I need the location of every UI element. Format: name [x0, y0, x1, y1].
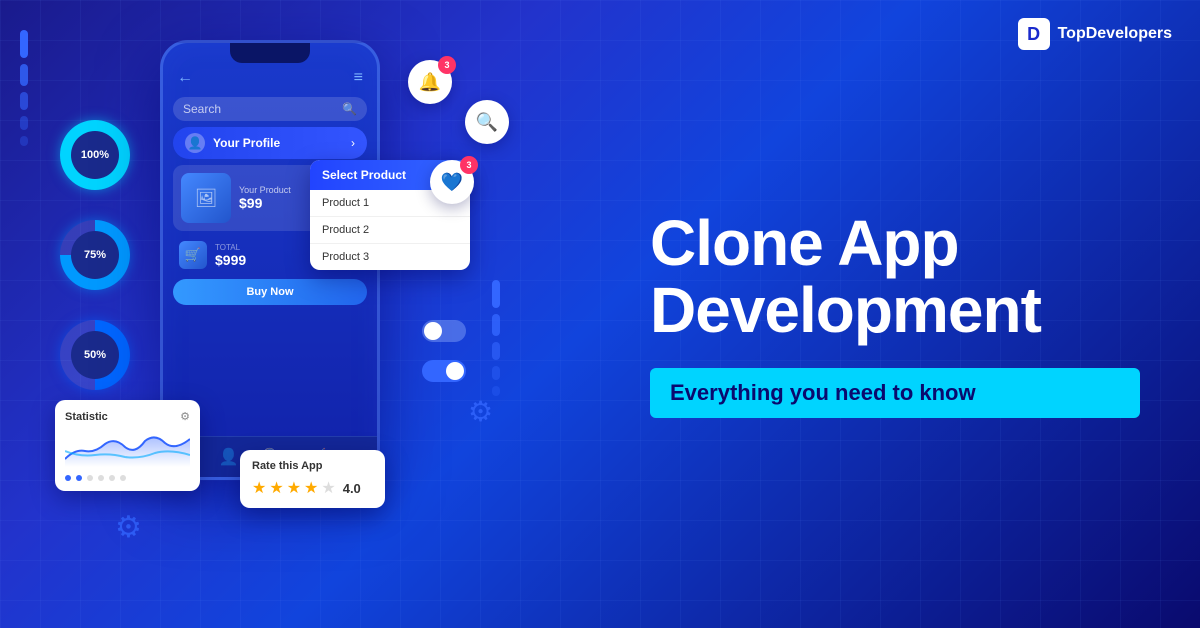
heading-line1: Clone App — [650, 207, 959, 279]
main-heading: Clone App Development — [650, 210, 1140, 344]
search-circle-icon: 🔍 — [476, 112, 498, 133]
profile-arrow-icon: › — [351, 136, 355, 150]
dot — [98, 475, 104, 481]
heading-line2: Development — [650, 274, 1041, 346]
image-placeholder-icon: 🖼 — [195, 188, 218, 209]
chart-area — [65, 429, 190, 469]
profile-icon: 👤 — [185, 133, 205, 153]
total-amount: $999 — [215, 252, 246, 268]
bar — [492, 366, 500, 380]
bar — [20, 92, 28, 110]
phone-search-bar[interactable]: Search 🔍 — [173, 97, 367, 121]
search-placeholder: Search — [183, 102, 221, 116]
logo: D TopDevelopers — [1018, 18, 1172, 50]
bar — [20, 116, 28, 130]
total-label: TOTAL — [215, 243, 246, 252]
dot — [65, 475, 71, 481]
bell-badge: 🔔 3 — [408, 60, 452, 104]
buy-now-button[interactable]: Buy Now — [173, 279, 367, 305]
search-badge: 🔍 — [465, 100, 509, 144]
stat-circle-50: 50% — [60, 320, 130, 390]
rating-number: 4.0 — [343, 481, 361, 496]
vert-bars-right — [492, 280, 500, 396]
star-5-empty: ★ — [321, 478, 335, 498]
bar — [20, 30, 28, 58]
menu-icon: ≡ — [354, 69, 363, 87]
bar — [492, 386, 500, 396]
stat-circle-100: 100% — [60, 120, 130, 190]
gear-float-bottom-left: ⚙ — [115, 510, 142, 545]
stat-card-header: Statistic ⚙ — [65, 410, 190, 423]
search-icon: 🔍 — [342, 102, 357, 116]
bell-count-badge: 3 — [438, 56, 456, 74]
dot — [87, 475, 93, 481]
gear-icon: ⚙ — [180, 410, 190, 423]
bell-icon: 🔔 — [419, 72, 441, 93]
line-chart — [65, 429, 190, 467]
toggle-thumb-on — [446, 362, 464, 380]
product-option-3[interactable]: Product 3 — [310, 244, 470, 270]
chart-dots — [65, 475, 190, 481]
stat-title: Statistic — [65, 411, 108, 423]
heart-icon: 💙 — [441, 172, 463, 193]
toggle-switch-off[interactable] — [422, 320, 466, 342]
dot — [109, 475, 115, 481]
bar — [492, 314, 500, 336]
gear-float-right: ⚙ — [468, 395, 493, 428]
heart-badge: 💙 3 — [430, 160, 474, 204]
cart-icon: 🛒 — [179, 241, 207, 269]
statistic-card: Statistic ⚙ — [55, 400, 200, 491]
logo-icon: D — [1018, 18, 1050, 50]
back-arrow-icon: ← — [177, 69, 193, 87]
subheading-box: Everything you need to know — [650, 368, 1140, 418]
star-1: ★ — [252, 478, 266, 498]
bar — [492, 280, 500, 308]
bar — [20, 136, 28, 146]
dot — [120, 475, 126, 481]
right-content: Clone App Development Everything you nee… — [620, 0, 1200, 628]
logo-text: TopDevelopers — [1058, 25, 1172, 43]
star-4: ★ — [304, 478, 318, 498]
left-illustration: 100% 75% 50% ← ≡ Search 🔍 👤 Your Profile… — [0, 0, 620, 628]
rate-title: Rate this App — [252, 460, 373, 472]
profile-nav-icon[interactable]: 👤 — [219, 447, 239, 467]
star-2: ★ — [269, 478, 283, 498]
toggle-off[interactable] — [422, 320, 466, 342]
product-option-2[interactable]: Product 2 — [310, 217, 470, 244]
star-3: ★ — [287, 478, 301, 498]
toggle-on[interactable] — [422, 360, 466, 382]
stat-circle-75: 75% — [60, 220, 130, 290]
heart-count-badge: 3 — [460, 156, 478, 174]
toggle-switch-on[interactable] — [422, 360, 466, 382]
toggle-thumb-off — [424, 322, 442, 340]
profile-button[interactable]: 👤 Your Profile › — [173, 127, 367, 159]
rate-app-card: Rate this App ★ ★ ★ ★ ★ 4.0 — [240, 450, 385, 508]
phone-header: ← ≡ — [163, 63, 377, 93]
stars-row: ★ ★ ★ ★ ★ 4.0 — [252, 478, 373, 498]
subheading-text: Everything you need to know — [670, 380, 976, 405]
select-product-title: Select Product — [322, 168, 406, 182]
vert-bars-left — [20, 30, 28, 146]
product-image: 🖼 — [181, 173, 231, 223]
bar — [20, 64, 28, 86]
profile-label: Your Profile — [213, 136, 280, 150]
phone-notch — [230, 43, 310, 63]
total-info: TOTAL $999 — [215, 243, 246, 268]
dot — [76, 475, 82, 481]
bar — [492, 342, 500, 360]
